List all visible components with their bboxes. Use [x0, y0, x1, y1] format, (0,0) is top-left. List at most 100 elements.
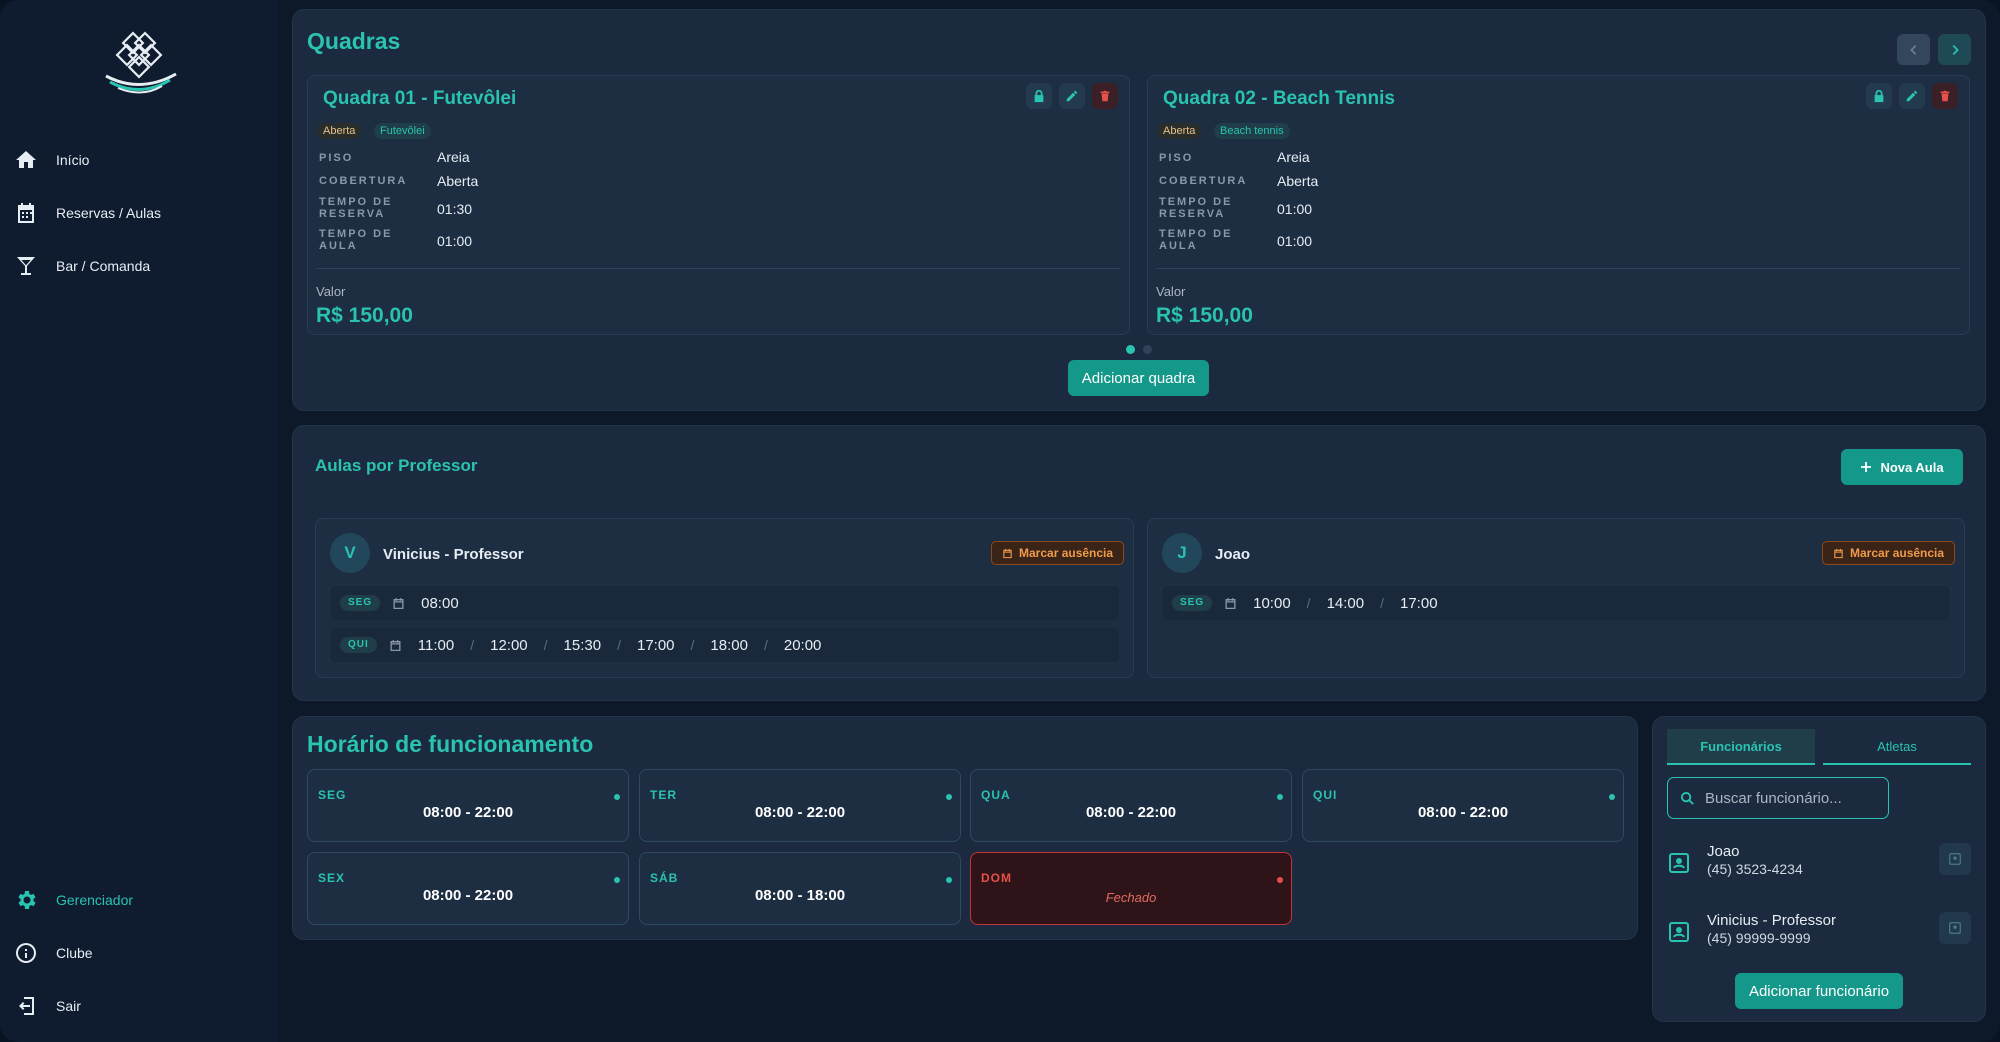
- sidebar: Início Reservas / Aulas Bar / Comanda Ge…: [0, 0, 278, 1042]
- calendar-icon: [390, 639, 401, 651]
- sidebar-item-clube[interactable]: Clube: [14, 937, 93, 969]
- day-card[interactable]: QUI 08:00 - 22:00: [1302, 769, 1624, 842]
- spec-label: TEMPO DE RESERVA: [1159, 196, 1233, 220]
- time-separator: /: [617, 637, 621, 653]
- info-icon: [16, 943, 36, 963]
- time-separator: /: [1380, 595, 1384, 611]
- lesson-time[interactable]: 15:30: [564, 637, 602, 654]
- lesson-time[interactable]: 10:00: [1253, 595, 1291, 612]
- pencil-icon: [1906, 90, 1918, 102]
- lesson-time[interactable]: 14:00: [1327, 595, 1365, 612]
- carousel-dot-active[interactable]: [1126, 345, 1135, 354]
- contact-icon: [1669, 853, 1689, 873]
- mark-absence-button[interactable]: Marcar ausência: [991, 541, 1125, 565]
- sidebar-item-inicio[interactable]: Início: [14, 144, 89, 176]
- sidebar-item-label: Clube: [56, 945, 93, 961]
- staff-details-button[interactable]: [1939, 912, 1971, 944]
- closed-label: Fechado: [1105, 890, 1157, 905]
- add-court-button[interactable]: Adicionar quadra: [1068, 360, 1209, 396]
- spec-value: Aberta: [1277, 173, 1319, 189]
- spec-label: TEMPO DE AULA: [319, 228, 393, 252]
- lock-court-button[interactable]: [1866, 83, 1892, 109]
- lesson-time[interactable]: 20:00: [784, 637, 822, 654]
- contact-icon: [1949, 922, 1961, 934]
- price-value: R$ 150,00: [1156, 304, 1253, 327]
- chevron-right-icon: [1952, 44, 1959, 55]
- lesson-time[interactable]: 17:00: [637, 637, 675, 654]
- day-card[interactable]: QUA 08:00 - 22:00: [970, 769, 1292, 842]
- edit-court-button[interactable]: [1899, 83, 1925, 109]
- mark-absence-label: Marcar ausência: [1019, 546, 1114, 560]
- lesson-time[interactable]: 18:00: [710, 637, 748, 654]
- card-divider: [316, 268, 1121, 269]
- staff-name: Joao: [1707, 843, 1740, 860]
- status-dot: [1609, 794, 1615, 800]
- staff-search[interactable]: [1667, 777, 1889, 819]
- day-hours: 08:00 - 22:00: [422, 887, 514, 904]
- courts-title: Quadras: [307, 28, 401, 54]
- lesson-time[interactable]: 12:00: [490, 637, 528, 654]
- calendar-icon: [18, 203, 34, 223]
- staff-row: Joao (45) 3523-4234: [1667, 839, 1971, 889]
- delete-court-button[interactable]: [1092, 83, 1118, 109]
- teacher-name: Joao: [1215, 546, 1251, 563]
- club-logo: [105, 31, 177, 94]
- search-input[interactable]: [1705, 789, 1885, 807]
- day-hours: 08:00 - 22:00: [1417, 804, 1509, 821]
- status-dot: [614, 794, 620, 800]
- add-staff-button[interactable]: Adicionar funcionário: [1735, 973, 1903, 1009]
- day-name: SÁB: [650, 871, 679, 885]
- day-hours: 08:00 - 22:00: [1085, 804, 1177, 821]
- spec-value: 01:00: [1277, 233, 1313, 249]
- trash-icon: [1940, 90, 1950, 102]
- spec-label: TEMPO DE AULA: [1159, 228, 1233, 252]
- carousel-prev-button[interactable]: [1897, 34, 1930, 65]
- calendar-icon: [1003, 548, 1012, 558]
- day-card[interactable]: SEG 08:00 - 22:00: [307, 769, 629, 842]
- price-label: Valor: [316, 284, 346, 299]
- lesson-time[interactable]: 17:00: [1400, 595, 1438, 612]
- edit-court-button[interactable]: [1059, 83, 1085, 109]
- contact-icon: [1949, 853, 1961, 865]
- lock-icon: [1034, 89, 1044, 103]
- lock-court-button[interactable]: [1026, 83, 1052, 109]
- sport-badge: Futevôlei: [374, 123, 431, 139]
- new-lesson-label: Nova Aula: [1880, 459, 1944, 475]
- spec-value: Areia: [437, 149, 470, 165]
- day-card[interactable]: SÁB 08:00 - 18:00: [639, 852, 961, 925]
- lesson-time[interactable]: 11:00: [418, 637, 454, 654]
- tab-atletas[interactable]: Atletas: [1823, 729, 1971, 765]
- carousel-next-button[interactable]: [1938, 34, 1971, 65]
- day-card-closed[interactable]: DOM Fechado: [970, 852, 1292, 925]
- day-card[interactable]: TER 08:00 - 22:00: [639, 769, 961, 842]
- day-card[interactable]: SEX 08:00 - 22:00: [307, 852, 629, 925]
- sidebar-item-sair[interactable]: Sair: [14, 990, 81, 1022]
- teacher-name: Vinicius - Professor: [383, 546, 524, 563]
- sidebar-item-label: Gerenciador: [56, 892, 134, 908]
- sidebar-item-bar[interactable]: Bar / Comanda: [14, 250, 150, 282]
- staff-phone: (45) 99999-9999: [1707, 930, 1811, 946]
- time-separator: /: [543, 637, 548, 653]
- status-dot: [1277, 877, 1283, 883]
- price-label: Valor: [1156, 284, 1186, 299]
- sidebar-item-reservas[interactable]: Reservas / Aulas: [14, 197, 161, 229]
- carousel-dot[interactable]: [1143, 345, 1152, 354]
- calendar-icon: [1225, 597, 1236, 609]
- mark-absence-button[interactable]: Marcar ausência: [1822, 541, 1956, 565]
- day-name: QUI: [1313, 788, 1338, 802]
- spec-value: 01:00: [437, 233, 473, 249]
- spec-label: COBERTURA: [1159, 175, 1248, 187]
- lessons-title: Aulas por Professor: [315, 456, 478, 475]
- lesson-time[interactable]: 08:00: [421, 595, 459, 612]
- spec-label: PISO: [319, 152, 354, 164]
- new-lesson-button[interactable]: Nova Aula: [1841, 449, 1963, 485]
- tab-funcionarios[interactable]: Funcionários: [1667, 729, 1815, 765]
- staff-details-button[interactable]: [1939, 843, 1971, 875]
- time-separator: /: [690, 637, 695, 653]
- calendar-icon: [393, 597, 404, 609]
- sidebar-item-gerenciador[interactable]: Gerenciador: [14, 884, 133, 916]
- avatar: V: [330, 533, 370, 573]
- price-value: R$ 150,00: [316, 304, 413, 327]
- delete-court-button[interactable]: [1932, 83, 1958, 109]
- staff-panel: Funcionários Atletas Joao (45) 3523-4234…: [1652, 716, 1986, 1022]
